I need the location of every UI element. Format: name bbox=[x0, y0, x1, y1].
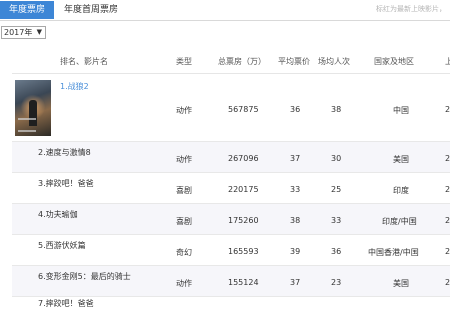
header-total-box-office[interactable]: 总票房（万） bbox=[218, 56, 266, 67]
tab-annual-box-office[interactable]: 年度票房 bbox=[0, 1, 54, 19]
movie-avg-people: 33 bbox=[331, 216, 342, 225]
movie-title[interactable]: 6.变形金刚5：最后的骑士 bbox=[38, 271, 131, 282]
movie-type: 喜剧 bbox=[176, 186, 192, 195]
movie-avg-price: 38 bbox=[290, 216, 301, 225]
tab-annual-first-week-box-office[interactable]: 年度首周票房 bbox=[64, 1, 118, 19]
movie-total: 267096 bbox=[228, 154, 259, 163]
table-header: 排名、影片名 类型 总票房（万） 平均票价 场均人次 国家及地区 上 bbox=[12, 47, 450, 74]
movie-type: 动作 bbox=[176, 279, 192, 288]
movie-avg-people: 25 bbox=[331, 185, 342, 194]
movie-avg-people: 38 bbox=[331, 105, 342, 114]
movie-region: 中国 bbox=[393, 106, 409, 115]
table-row[interactable]: 2.速度与激情8 动作 267096 37 30 美国 2( bbox=[12, 142, 450, 173]
header-type[interactable]: 类型 bbox=[176, 56, 192, 67]
table-row[interactable]: 6.变形金刚5：最后的骑士 动作 155124 37 23 美国 2( bbox=[12, 266, 450, 297]
movie-release: 2( bbox=[445, 247, 450, 256]
movie-avg-people: 36 bbox=[331, 247, 342, 256]
movie-release: 2( bbox=[445, 278, 450, 287]
table-row[interactable]: 1.战狼2 动作 567875 36 38 中国 2( bbox=[12, 74, 450, 142]
movie-release: 2( bbox=[445, 185, 450, 194]
movie-avg-people: 30 bbox=[331, 154, 342, 163]
movie-avg-price: 36 bbox=[290, 105, 301, 114]
header-avg-price[interactable]: 平均票价 bbox=[278, 56, 310, 67]
movie-region: 印度/中国 bbox=[382, 217, 417, 226]
movie-release: 2( bbox=[445, 216, 450, 225]
year-select[interactable]: 2017年 ▼ bbox=[1, 26, 46, 39]
year-select-value: 2017年 bbox=[4, 28, 33, 37]
movie-title[interactable]: 4.功夫瑜伽 bbox=[38, 209, 78, 220]
movie-avg-price: 33 bbox=[290, 185, 301, 194]
movie-total: 165593 bbox=[228, 247, 259, 256]
header-release[interactable]: 上 bbox=[445, 56, 450, 67]
chevron-down-icon: ▼ bbox=[36, 28, 42, 36]
movie-avg-price: 39 bbox=[290, 247, 301, 256]
movie-poster[interactable] bbox=[15, 80, 51, 136]
table-row[interactable]: 3.摔跤吧！爸爸 喜剧 220175 33 25 印度 2( bbox=[12, 173, 450, 204]
movie-release: 2( bbox=[445, 105, 450, 114]
movie-title-link[interactable]: 1.战狼2 bbox=[60, 81, 89, 92]
movie-title[interactable]: 3.摔跤吧！爸爸 bbox=[38, 178, 94, 189]
header-region[interactable]: 国家及地区 bbox=[374, 56, 414, 67]
new-release-note: 标红为最新上映影片， bbox=[376, 5, 446, 13]
movie-type: 动作 bbox=[176, 155, 192, 164]
table-row[interactable]: 7.摔跤吧！爸爸 bbox=[12, 297, 450, 327]
movie-total: 175260 bbox=[228, 216, 259, 225]
movie-region: 印度 bbox=[393, 186, 409, 195]
table-row[interactable]: 5.西游伏妖篇 奇幻 165593 39 36 中国香港/中国 2( bbox=[12, 235, 450, 266]
movie-type: 动作 bbox=[176, 106, 192, 115]
movie-type: 奇幻 bbox=[176, 248, 192, 257]
movie-total: 220175 bbox=[228, 185, 259, 194]
movie-avg-price: 37 bbox=[290, 154, 301, 163]
movie-region: 中国香港/中国 bbox=[368, 248, 419, 257]
movie-total: 155124 bbox=[228, 278, 259, 287]
movie-avg-price: 37 bbox=[290, 278, 301, 287]
movie-total: 567875 bbox=[228, 105, 259, 114]
movie-type: 喜剧 bbox=[176, 217, 192, 226]
header-rank-title[interactable]: 排名、影片名 bbox=[60, 56, 108, 67]
movie-avg-people: 23 bbox=[331, 278, 342, 287]
header-avg-people[interactable]: 场均人次 bbox=[318, 56, 350, 67]
movie-release: 2( bbox=[445, 154, 450, 163]
movie-title[interactable]: 5.西游伏妖篇 bbox=[38, 240, 86, 251]
movie-region: 美国 bbox=[393, 279, 409, 288]
tab-bar: 年度票房 年度首周票房 标红为最新上映影片， bbox=[0, 0, 450, 21]
table-row[interactable]: 4.功夫瑜伽 喜剧 175260 38 33 印度/中国 2( bbox=[12, 204, 450, 235]
movie-title[interactable]: 2.速度与激情8 bbox=[38, 147, 91, 158]
movie-region: 美国 bbox=[393, 155, 409, 164]
